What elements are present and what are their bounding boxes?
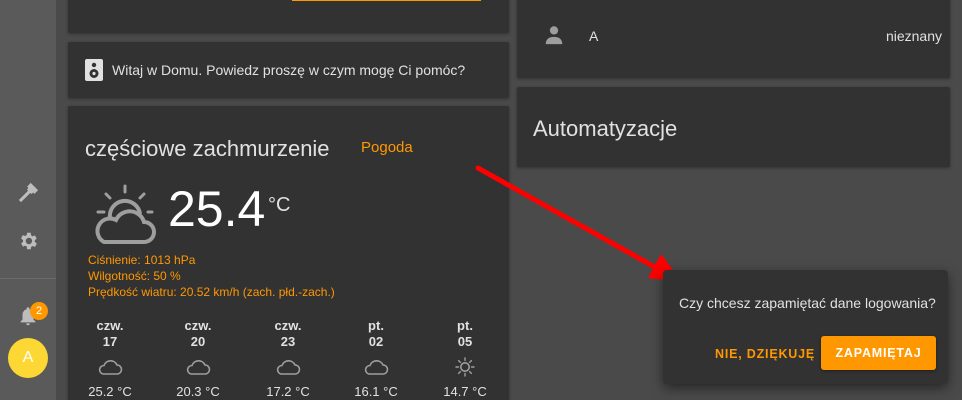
forecast-date: 23 [280, 334, 296, 349]
forecast-date: 05 [457, 334, 473, 349]
forecast-date: 17 [102, 334, 118, 349]
person-name: A [589, 28, 599, 44]
person-card[interactable]: A nieznany [517, 0, 950, 78]
weather-unit: °C [268, 194, 291, 216]
dialog-question: Czy chcesz zapamiętać dane logowania? [679, 295, 936, 311]
forecast-temp: 17.2 °C [266, 384, 310, 399]
cloud-icon [276, 360, 301, 375]
weather-condition: częściowe zachmurzenie [85, 136, 330, 161]
forecast-item: pt. 02 16.1 °C [344, 318, 408, 399]
sidebar: 2 A [0, 0, 56, 400]
humidity-attribute: Wilgotność: 50 % [88, 269, 181, 283]
automations-card[interactable]: Automatyzacje [517, 87, 950, 167]
forecast-item: pt. 05 14.7 °C [433, 318, 497, 399]
save-login-dialog: Czy chcesz zapamiętać dane logowania? NI… [663, 270, 948, 384]
weather-name: Pogoda [361, 139, 413, 156]
forecast: czw. 17 25.2 °C czw. 20 20.3 °C czw. 23 … [78, 318, 499, 399]
sidebar-divider [0, 278, 56, 279]
weather-attributes: Ciśnienie: 1013 hPa Wilgotność: 50 % Prę… [88, 252, 335, 300]
conversation-text: Witaj w Domu. Powiedz proszę w czym mogę… [112, 62, 466, 78]
forecast-temp: 16.1 °C [354, 384, 398, 399]
pressure-attribute: Ciśnienie: 1013 hPa [88, 253, 196, 267]
cloud-icon [186, 360, 211, 375]
forecast-item: czw. 23 17.2 °C [256, 318, 320, 399]
speaker-icon [85, 59, 103, 81]
wind-attribute: Prędkość wiatru: 20.52 km/h (zach. płd.-… [88, 285, 335, 299]
forecast-day: czw. [274, 318, 302, 333]
forecast-temp: 20.3 °C [176, 384, 220, 399]
cloud-icon [364, 360, 389, 375]
person-icon [545, 26, 563, 45]
accent-line [292, 0, 481, 1]
hammer-icon[interactable] [16, 181, 40, 205]
sun-icon [455, 357, 475, 377]
automations-title: Automatyzacje [533, 116, 678, 141]
person-state: nieznany [885, 28, 942, 44]
forecast-day: pt. [457, 318, 473, 333]
forecast-day: czw. [96, 318, 124, 333]
save-button[interactable]: ZAPAMIĘTAJ [821, 336, 936, 370]
forecast-item: czw. 20 20.3 °C [166, 318, 230, 399]
forecast-day: czw. [184, 318, 212, 333]
conversation-card[interactable]: Witaj w Domu. Powiedz proszę w czym mogę… [68, 42, 509, 98]
forecast-temp: 25.2 °C [88, 384, 132, 399]
forecast-date: 20 [190, 334, 206, 349]
user-avatar[interactable]: A [8, 338, 48, 378]
weather-temperature: 25.4 [168, 181, 266, 237]
weather-card[interactable]: częściowe zachmurzenie Pogoda 25.4 °C Ci… [68, 106, 509, 400]
forecast-item: czw. 17 25.2 °C [78, 318, 142, 399]
partly-cloudy-icon [95, 184, 156, 244]
forecast-day: pt. [368, 318, 384, 333]
forecast-date: 02 [368, 334, 384, 349]
notification-badge: 2 [30, 302, 48, 320]
top-card [68, 0, 509, 33]
cloud-icon [98, 360, 123, 375]
decline-button[interactable]: NIE, DZIĘKUJĘ [707, 336, 823, 372]
forecast-temp: 14.7 °C [443, 384, 487, 399]
gear-icon[interactable] [16, 229, 40, 253]
